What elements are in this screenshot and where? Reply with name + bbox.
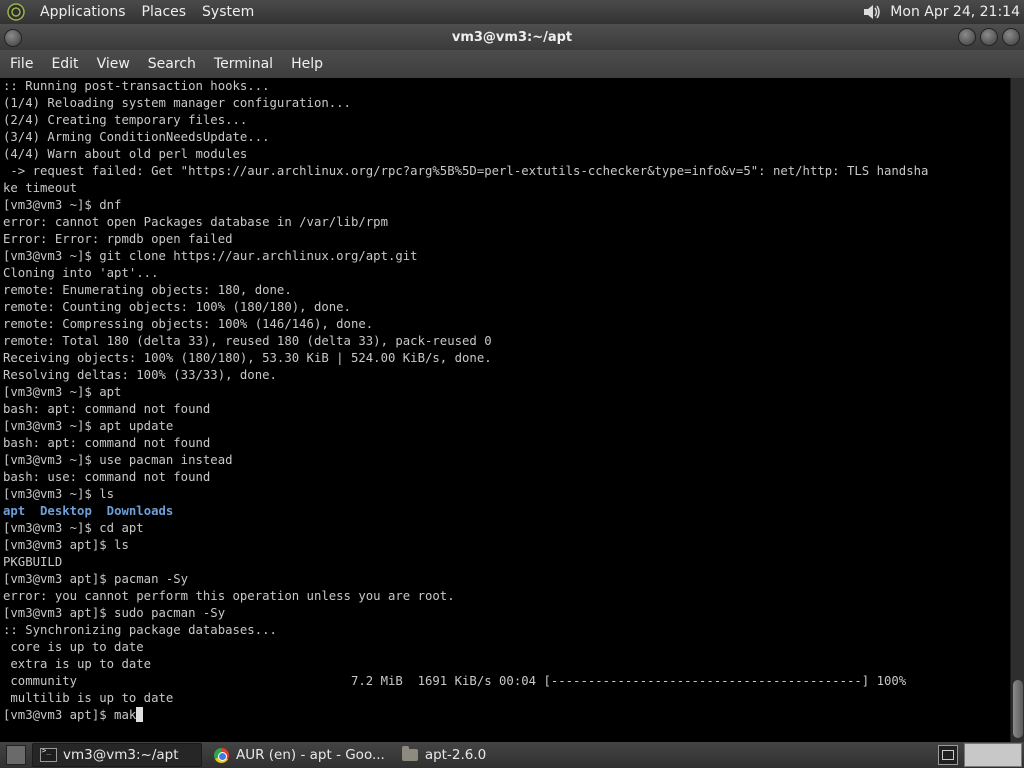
volume-icon[interactable] [862, 1, 884, 23]
dir-entry: Downloads [106, 504, 174, 518]
dir-entry: Desktop [40, 504, 92, 518]
folder-icon [401, 746, 419, 763]
terminal-line: Error: Error: rpmdb open failed [3, 232, 233, 246]
menu-edit[interactable]: Edit [42, 56, 87, 72]
terminal-line: Cloning into 'apt'... [3, 266, 159, 280]
task-browser[interactable]: AUR (en) - apt - Goo... [206, 744, 391, 766]
terminal-line: (1/4) Reloading system manager configura… [3, 96, 351, 110]
terminal-icon [39, 746, 57, 763]
terminal-line: Resolving deltas: 100% (33/33), done. [3, 368, 277, 382]
workspace-icon[interactable] [938, 745, 958, 765]
menu-terminal[interactable]: Terminal [205, 56, 282, 72]
terminal-lines: :: Running post-transaction hooks... (1/… [0, 78, 1010, 724]
terminal-line: remote: Counting objects: 100% (180/180)… [3, 300, 351, 314]
terminal-line: error: cannot open Packages database in … [3, 215, 388, 229]
terminal-line: core is up to date [3, 640, 144, 654]
terminal-line: [vm3@vm3 ~]$ apt update [3, 419, 174, 433]
window-title: vm3@vm3:~/apt [451, 29, 573, 45]
terminal-line: [vm3@vm3 ~]$ dnf [3, 198, 122, 212]
show-desktop-icon[interactable] [6, 745, 26, 765]
terminal-line: (2/4) Creating temporary files... [3, 113, 248, 127]
maximize-button[interactable] [980, 28, 998, 46]
terminal-line: [vm3@vm3 apt]$ ls [3, 538, 129, 552]
terminal-line: [vm3@vm3 ~]$ apt [3, 385, 122, 399]
top-panel: Applications Places System Mon Apr 24, 2… [0, 0, 1024, 24]
task-label: vm3@vm3:~/apt [63, 747, 179, 763]
text-cursor [136, 707, 144, 722]
ls-output-line: apt Desktop Downloads [3, 503, 1010, 520]
terminal-line: [vm3@vm3 ~]$ git clone https://aur.archl… [3, 249, 418, 263]
menu-help[interactable]: Help [282, 56, 332, 72]
terminal-line: bash: apt: command not found [3, 402, 211, 416]
clock[interactable]: Mon Apr 24, 21:14 [890, 4, 1024, 20]
menu-view[interactable]: View [88, 56, 139, 72]
terminal-scrollbar[interactable] [1010, 78, 1024, 742]
terminal-line: bash: use: command not found [3, 470, 211, 484]
minimize-button[interactable] [958, 28, 976, 46]
chrome-icon [212, 747, 230, 763]
terminal-line: [vm3@vm3 apt]$ pacman -Sy [3, 572, 189, 586]
menu-system[interactable]: System [194, 4, 262, 20]
terminal-line: :: Running post-transaction hooks... [3, 79, 270, 93]
task-label: apt-2.6.0 [424, 747, 487, 763]
terminal-line: (4/4) Warn about old perl modules [3, 147, 248, 161]
terminal-line: :: Synchronizing package databases... [3, 623, 277, 637]
terminal-line: ke timeout [3, 181, 78, 195]
terminal-output[interactable]: :: Running post-transaction hooks... (1/… [0, 78, 1010, 742]
close-button[interactable] [1002, 28, 1020, 46]
terminal-line: PKGBUILD [3, 555, 63, 569]
terminal-line: [vm3@vm3 ~]$ cd apt [3, 521, 144, 535]
terminal-line: remote: Total 180 (delta 33), reused 180… [3, 334, 492, 348]
gnome-foot-icon[interactable] [6, 2, 26, 22]
menu-places[interactable]: Places [134, 4, 195, 20]
bottom-panel: vm3@vm3:~/apt AUR (en) - apt - Goo... ap… [0, 742, 1024, 768]
terminal-line: remote: Compressing objects: 100% (146/1… [3, 317, 374, 331]
workspace-switcher[interactable] [964, 743, 1022, 767]
dir-entry: apt [3, 504, 26, 518]
window-titlebar[interactable]: vm3@vm3:~/apt [0, 24, 1024, 50]
menu-applications[interactable]: Applications [32, 4, 134, 20]
scrollbar-thumb[interactable] [1013, 680, 1023, 738]
terminal-line: multilib is up to date [3, 691, 174, 705]
terminal-line: [vm3@vm3 ~]$ ls [3, 487, 115, 501]
terminal-prompt-line[interactable]: [vm3@vm3 apt]$ mak [3, 707, 1010, 724]
task-label: AUR (en) - apt - Goo... [236, 747, 385, 763]
terminal-line: remote: Enumerating objects: 180, done. [3, 283, 292, 297]
menu-search[interactable]: Search [139, 56, 205, 72]
window-controls [958, 28, 1020, 46]
terminal-line: error: you cannot perform this operation… [3, 589, 455, 603]
terminal-line: [vm3@vm3 apt]$ sudo pacman -Sy [3, 606, 226, 620]
terminal-line: Receiving objects: 100% (180/180), 53.30… [3, 351, 492, 365]
terminal-line: community 7.2 MiB 1691 KiB/s 00:04 [----… [3, 674, 907, 688]
terminal-menubar: File Edit View Search Terminal Help [0, 50, 1024, 78]
current-command: [vm3@vm3 apt]$ mak [3, 708, 137, 722]
menu-file[interactable]: File [0, 56, 42, 72]
terminal-line: extra is up to date [3, 657, 152, 671]
terminal-line: (3/4) Arming ConditionNeedsUpdate... [3, 130, 270, 144]
terminal-line: [vm3@vm3 ~]$ use pacman instead [3, 453, 233, 467]
window-menu-button[interactable] [4, 29, 22, 47]
terminal-line: bash: apt: command not found [3, 436, 211, 450]
task-folder[interactable]: apt-2.6.0 [395, 744, 492, 766]
task-terminal[interactable]: vm3@vm3:~/apt [32, 743, 202, 767]
terminal-line: -> request failed: Get "https://aur.arch… [3, 164, 929, 178]
